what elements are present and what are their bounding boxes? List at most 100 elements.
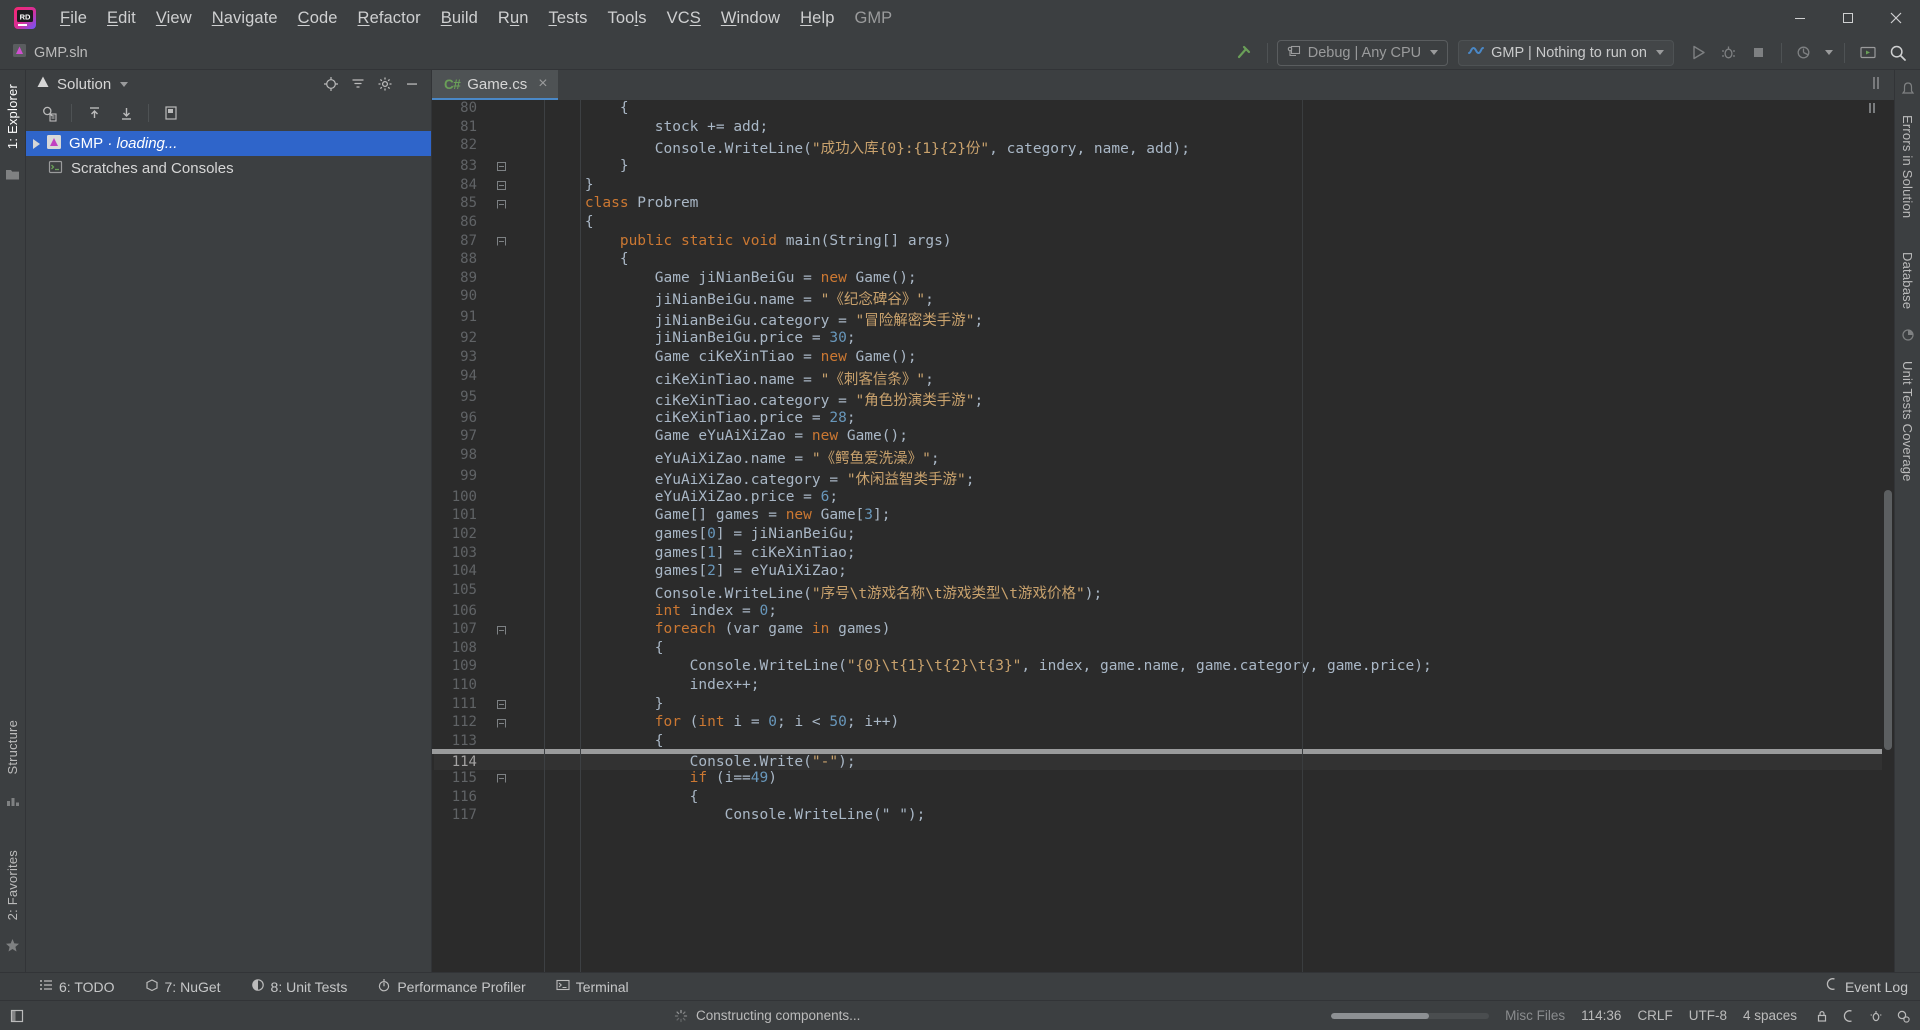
code-line[interactable]: 97 Game eYuAiXiZao = new Game(); bbox=[434, 428, 1892, 447]
fold-gutter[interactable] bbox=[488, 177, 514, 196]
code-line[interactable]: 108 { bbox=[434, 640, 1892, 659]
code-line[interactable]: 94 ciKeXinTiao.name = "《刺客信条》"; bbox=[434, 368, 1892, 389]
configuration-selector[interactable]: Debug | Any CPU bbox=[1276, 39, 1449, 66]
tool-window-terminal[interactable]: Terminal bbox=[551, 976, 634, 997]
lock-icon[interactable] bbox=[1813, 1007, 1831, 1025]
menu-code[interactable]: Code bbox=[288, 6, 348, 31]
code-line[interactable]: 111 } bbox=[434, 696, 1892, 715]
stop-button[interactable] bbox=[1744, 40, 1772, 66]
close-icon[interactable]: × bbox=[538, 76, 547, 92]
code-text[interactable]: { bbox=[550, 640, 1892, 659]
menu-window[interactable]: Window bbox=[711, 6, 790, 31]
inspection-icon[interactable] bbox=[1867, 1007, 1885, 1025]
code-line[interactable]: 91 jiNianBeiGu.category = "冒险解密类手游"; bbox=[434, 309, 1892, 330]
code-text[interactable]: ciKeXinTiao.category = "角色扮演类手游"; bbox=[550, 389, 1892, 410]
code-line[interactable]: 116 { bbox=[434, 789, 1892, 808]
sidebar-tab-structure[interactable]: Structure bbox=[3, 712, 22, 783]
fold-gutter[interactable] bbox=[488, 696, 514, 715]
tool-window-unit-tests[interactable]: 8: Unit Tests bbox=[246, 976, 353, 997]
code-line[interactable]: 107 foreach (var game in games) bbox=[434, 621, 1892, 640]
code-line[interactable]: 98 eYuAiXiZao.name = "《鳄鱼爱洗澡》"; bbox=[434, 447, 1892, 468]
fold-gutter[interactable] bbox=[488, 410, 514, 429]
code-line[interactable]: 92 jiNianBeiGu.price = 30; bbox=[434, 330, 1892, 349]
tool-window-nuget[interactable]: 7: NuGet bbox=[140, 976, 226, 997]
coverage-icon[interactable] bbox=[1901, 328, 1915, 347]
fold-gutter[interactable] bbox=[488, 119, 514, 138]
fold-close-icon[interactable] bbox=[496, 699, 506, 709]
tool-window-todo[interactable]: 6: TODO bbox=[34, 976, 120, 997]
fold-gutter[interactable] bbox=[488, 233, 514, 252]
code-line[interactable]: 117 Console.WriteLine(" "); bbox=[434, 807, 1892, 826]
code-line[interactable]: 102 games[0] = jiNianBeiGu; bbox=[434, 526, 1892, 545]
search-in-solution-icon[interactable] bbox=[34, 100, 64, 126]
fold-gutter[interactable] bbox=[488, 195, 514, 214]
status-line-separator[interactable]: CRLF bbox=[1637, 1008, 1672, 1023]
editor-scrollbar[interactable] bbox=[1882, 100, 1894, 972]
menu-build[interactable]: Build bbox=[431, 6, 488, 31]
fold-gutter[interactable] bbox=[488, 251, 514, 270]
fold-gutter[interactable] bbox=[488, 603, 514, 622]
fold-gutter[interactable] bbox=[488, 100, 514, 119]
sidebar-tab-explorer[interactable]: 1: Explorer bbox=[3, 76, 22, 157]
fold-gutter[interactable] bbox=[488, 789, 514, 808]
fold-gutter[interactable] bbox=[488, 751, 514, 771]
code-text[interactable]: if (i==49) bbox=[550, 770, 1892, 789]
fold-close-icon[interactable] bbox=[496, 162, 506, 172]
code-text[interactable]: stock += add; bbox=[550, 119, 1892, 138]
show-tool-windows-icon[interactable] bbox=[10, 1009, 24, 1023]
code-text[interactable]: { bbox=[550, 100, 1892, 119]
code-line[interactable]: 89 Game jiNianBeiGu = new Game(); bbox=[434, 270, 1892, 289]
read-only-icon[interactable] bbox=[1840, 1007, 1858, 1025]
fold-gutter[interactable] bbox=[488, 545, 514, 564]
sidebar-tab-errors-in-solution[interactable]: Errors in Solution bbox=[1898, 107, 1917, 226]
fold-gutter[interactable] bbox=[488, 368, 514, 389]
status-file-scope[interactable]: Misc Files bbox=[1505, 1008, 1565, 1023]
menu-view[interactable]: View bbox=[146, 6, 202, 31]
folder-icon[interactable] bbox=[5, 167, 20, 187]
code-text[interactable]: eYuAiXiZao.price = 6; bbox=[550, 489, 1892, 508]
code-line[interactable]: 93 Game ciKeXinTiao = new Game(); bbox=[434, 349, 1892, 368]
code-line[interactable]: 100 eYuAiXiZao.price = 6; bbox=[434, 489, 1892, 508]
profile-button[interactable] bbox=[1791, 40, 1819, 66]
fold-gutter[interactable] bbox=[488, 677, 514, 696]
notifications-icon[interactable] bbox=[1901, 82, 1915, 101]
code-line[interactable]: 86 { bbox=[434, 214, 1892, 233]
code-text[interactable]: } bbox=[550, 158, 1892, 177]
fold-gutter[interactable] bbox=[488, 309, 514, 330]
code-text[interactable]: games[0] = jiNianBeiGu; bbox=[550, 526, 1892, 545]
tree-node-scratches[interactable]: Scratches and Consoles bbox=[26, 156, 431, 181]
code-scroll-region[interactable]: 80 {81 stock += add; 82 Console.WriteLine… bbox=[432, 100, 1894, 972]
code-line[interactable]: 113 { bbox=[434, 733, 1892, 752]
fold-gutter[interactable] bbox=[488, 137, 514, 158]
fold-gutter[interactable] bbox=[488, 658, 514, 677]
fold-gutter[interactable] bbox=[488, 489, 514, 508]
run-configuration-selector[interactable]: GMP | Nothing to run on bbox=[1458, 39, 1674, 66]
code-text[interactable]: foreach (var game in games) bbox=[550, 621, 1892, 640]
code-line[interactable]: 88 { bbox=[434, 251, 1892, 270]
split-editor-icon[interactable] bbox=[1868, 76, 1884, 95]
fold-gutter[interactable] bbox=[488, 349, 514, 368]
fold-gutter[interactable] bbox=[488, 563, 514, 582]
scrollbar-thumb[interactable] bbox=[1884, 490, 1892, 750]
code-line[interactable]: 85 class Probrem bbox=[434, 195, 1892, 214]
maximize-button[interactable] bbox=[1824, 0, 1872, 36]
menu-refactor[interactable]: Refactor bbox=[348, 6, 431, 31]
code-line[interactable]: 80 { bbox=[434, 100, 1892, 119]
code-line[interactable]: 87 public static void main(String[] args… bbox=[434, 233, 1892, 252]
fold-open-icon[interactable] bbox=[496, 199, 506, 209]
code-text[interactable]: public static void main(String[] args) bbox=[550, 233, 1892, 252]
sidebar-tab-favorites[interactable]: 2: Favorites bbox=[3, 842, 22, 928]
code-text[interactable]: Game jiNianBeiGu = new Game(); bbox=[550, 270, 1892, 289]
code-text[interactable]: games[1] = ciKeXinTiao; bbox=[550, 545, 1892, 564]
code-text[interactable]: index++; bbox=[550, 677, 1892, 696]
sidebar-tab-unit-tests-coverage[interactable]: Unit Tests Coverage bbox=[1898, 353, 1917, 490]
fold-close-icon[interactable] bbox=[496, 181, 506, 191]
updates-icon[interactable] bbox=[1854, 40, 1882, 66]
code-line[interactable]: 106 int index = 0; bbox=[434, 603, 1892, 622]
code-text[interactable]: } bbox=[550, 696, 1892, 715]
code-line[interactable]: 83 } bbox=[434, 158, 1892, 177]
code-text[interactable]: Game[] games = new Game[3]; bbox=[550, 507, 1892, 526]
search-everywhere-icon[interactable] bbox=[1884, 40, 1912, 66]
menu-tests[interactable]: Tests bbox=[539, 6, 598, 31]
code-line[interactable]: 104 games[2] = eYuAiXiZao; bbox=[434, 563, 1892, 582]
